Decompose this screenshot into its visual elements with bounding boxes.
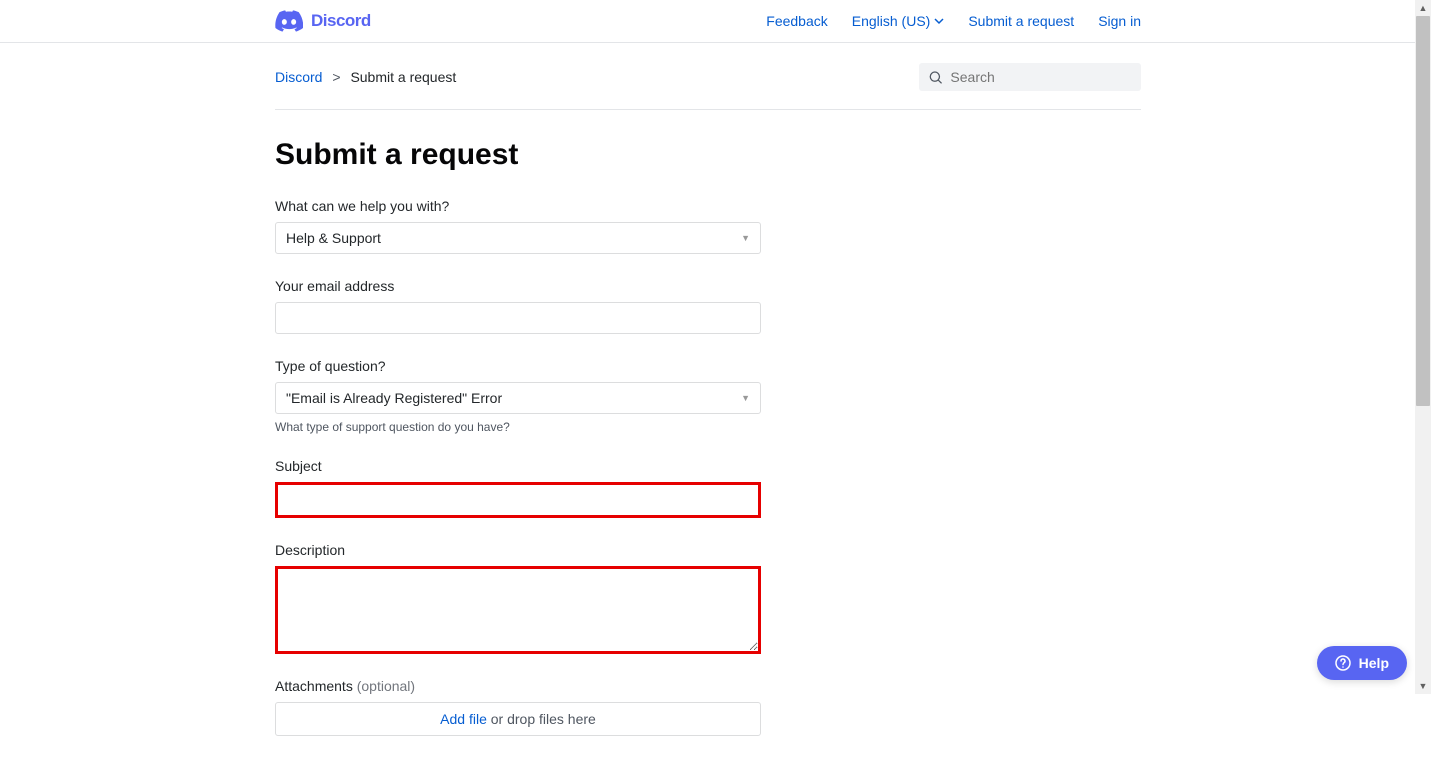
select-help-with[interactable]: Help & Support ▼ (275, 222, 761, 254)
logo[interactable]: Discord (275, 10, 371, 32)
label-description: Description (275, 542, 1141, 558)
label-attachments: Attachments (optional) (275, 678, 1141, 694)
field-subject: Subject (275, 458, 1141, 518)
field-question-type: Type of question? "Email is Already Regi… (275, 358, 1141, 434)
field-description: Description (275, 542, 1141, 654)
scrollbar-thumb[interactable] (1416, 16, 1430, 406)
chevron-down-icon: ▼ (741, 233, 750, 243)
label-attachments-text: Attachments (275, 678, 353, 694)
label-subject: Subject (275, 458, 1141, 474)
search-box[interactable] (919, 63, 1141, 91)
top-row: Discord > Submit a request (275, 63, 1141, 110)
select-question-type-value: "Email is Already Registered" Error (286, 390, 502, 406)
subject-input[interactable] (275, 482, 761, 518)
label-email: Your email address (275, 278, 1141, 294)
field-attachments: Attachments (optional) Add file or drop … (275, 678, 1141, 736)
nav-sign-in[interactable]: Sign in (1098, 13, 1141, 29)
vertical-scrollbar[interactable]: ▲ ▼ (1415, 0, 1431, 694)
label-help-with: What can we help you with? (275, 198, 1141, 214)
brand-text: Discord (311, 11, 371, 31)
header: Discord Feedback English (US) Submit a r… (0, 0, 1416, 43)
nav-submit-request[interactable]: Submit a request (968, 13, 1074, 29)
breadcrumb-home[interactable]: Discord (275, 69, 322, 85)
breadcrumb-current: Submit a request (350, 69, 456, 85)
file-drop-zone[interactable]: Add file or drop files here (275, 702, 761, 736)
breadcrumb-separator: > (332, 69, 340, 85)
description-textarea[interactable] (275, 566, 761, 654)
help-widget-label: Help (1359, 655, 1389, 671)
select-help-with-value: Help & Support (286, 230, 381, 246)
hint-question-type: What type of support question do you hav… (275, 420, 1141, 434)
drop-text: or drop files here (487, 711, 596, 727)
page-title: Submit a request (275, 138, 1141, 172)
nav-language-label: English (US) (852, 13, 931, 29)
search-input[interactable] (950, 69, 1131, 85)
header-nav: Feedback English (US) Submit a request S… (766, 13, 1141, 29)
chevron-down-icon: ▼ (741, 393, 750, 403)
email-input[interactable] (275, 302, 761, 334)
chevron-down-icon (934, 16, 944, 26)
help-icon (1335, 655, 1351, 671)
scroll-down-icon[interactable]: ▼ (1415, 678, 1431, 694)
scroll-up-icon[interactable]: ▲ (1415, 0, 1431, 16)
nav-language[interactable]: English (US) (852, 13, 945, 29)
nav-feedback[interactable]: Feedback (766, 13, 827, 29)
breadcrumb: Discord > Submit a request (275, 69, 456, 85)
discord-logo-icon (275, 10, 303, 32)
add-file-link[interactable]: Add file (440, 711, 487, 727)
help-widget-button[interactable]: Help (1317, 646, 1407, 680)
select-question-type[interactable]: "Email is Already Registered" Error ▼ (275, 382, 761, 414)
label-attachments-optional: (optional) (357, 678, 415, 694)
search-icon (929, 70, 942, 85)
label-question-type: Type of question? (275, 358, 1141, 374)
field-help-with: What can we help you with? Help & Suppor… (275, 198, 1141, 254)
field-email: Your email address (275, 278, 1141, 334)
